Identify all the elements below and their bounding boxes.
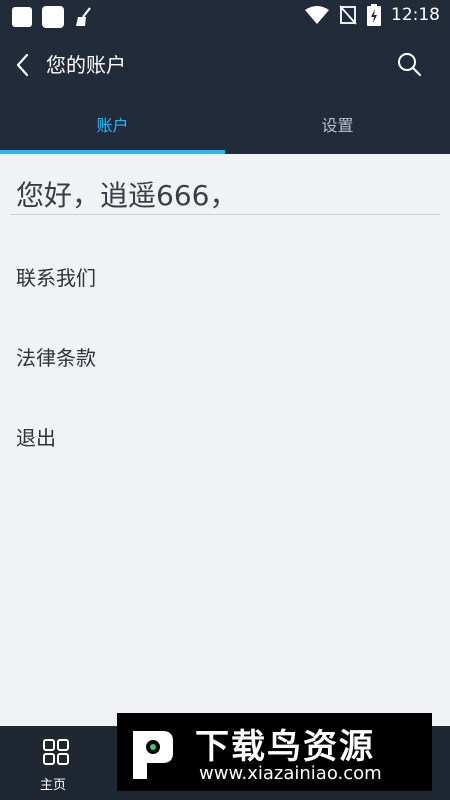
status-bar: 12:18 xyxy=(0,0,450,33)
menu-item-logout[interactable]: 退出 xyxy=(16,422,56,451)
watermark-banner: 下载鸟资源 www.xiazainiao.com xyxy=(117,713,432,791)
search-icon[interactable] xyxy=(396,51,422,77)
tab-settings[interactable]: 设置 xyxy=(225,97,450,154)
bird-logo-icon xyxy=(133,731,173,779)
chevron-left-icon[interactable] xyxy=(12,51,34,79)
status-left-icons xyxy=(12,6,94,28)
status-right-icons: 12:18 xyxy=(305,4,440,26)
status-time: 12:18 xyxy=(391,5,440,25)
page-title: 您的账户 xyxy=(46,53,126,77)
watermark-url: www.xiazainiao.com xyxy=(199,763,382,784)
notification-square-icon xyxy=(42,6,64,28)
wifi-icon xyxy=(305,6,329,24)
battery-charging-icon xyxy=(367,4,381,26)
app-header: 您的账户 xyxy=(0,33,450,97)
tab-account[interactable]: 账户 xyxy=(0,97,225,154)
menu-item-contact-us[interactable]: 联系我们 xyxy=(16,262,96,291)
no-sim-icon xyxy=(339,5,357,25)
divider xyxy=(10,214,440,215)
greeting-text: 您好，逍遥666， xyxy=(16,179,238,212)
grid-icon[interactable] xyxy=(42,738,70,766)
tab-indicator xyxy=(0,150,225,154)
watermark-title: 下载鸟资源 xyxy=(195,727,375,767)
nav-home-label[interactable]: 主页 xyxy=(40,774,66,793)
tab-bar: 账户 设置 xyxy=(0,97,450,154)
notification-square-icon xyxy=(12,7,32,27)
menu-item-legal-terms[interactable]: 法律条款 xyxy=(16,342,96,371)
broom-icon xyxy=(76,7,91,26)
